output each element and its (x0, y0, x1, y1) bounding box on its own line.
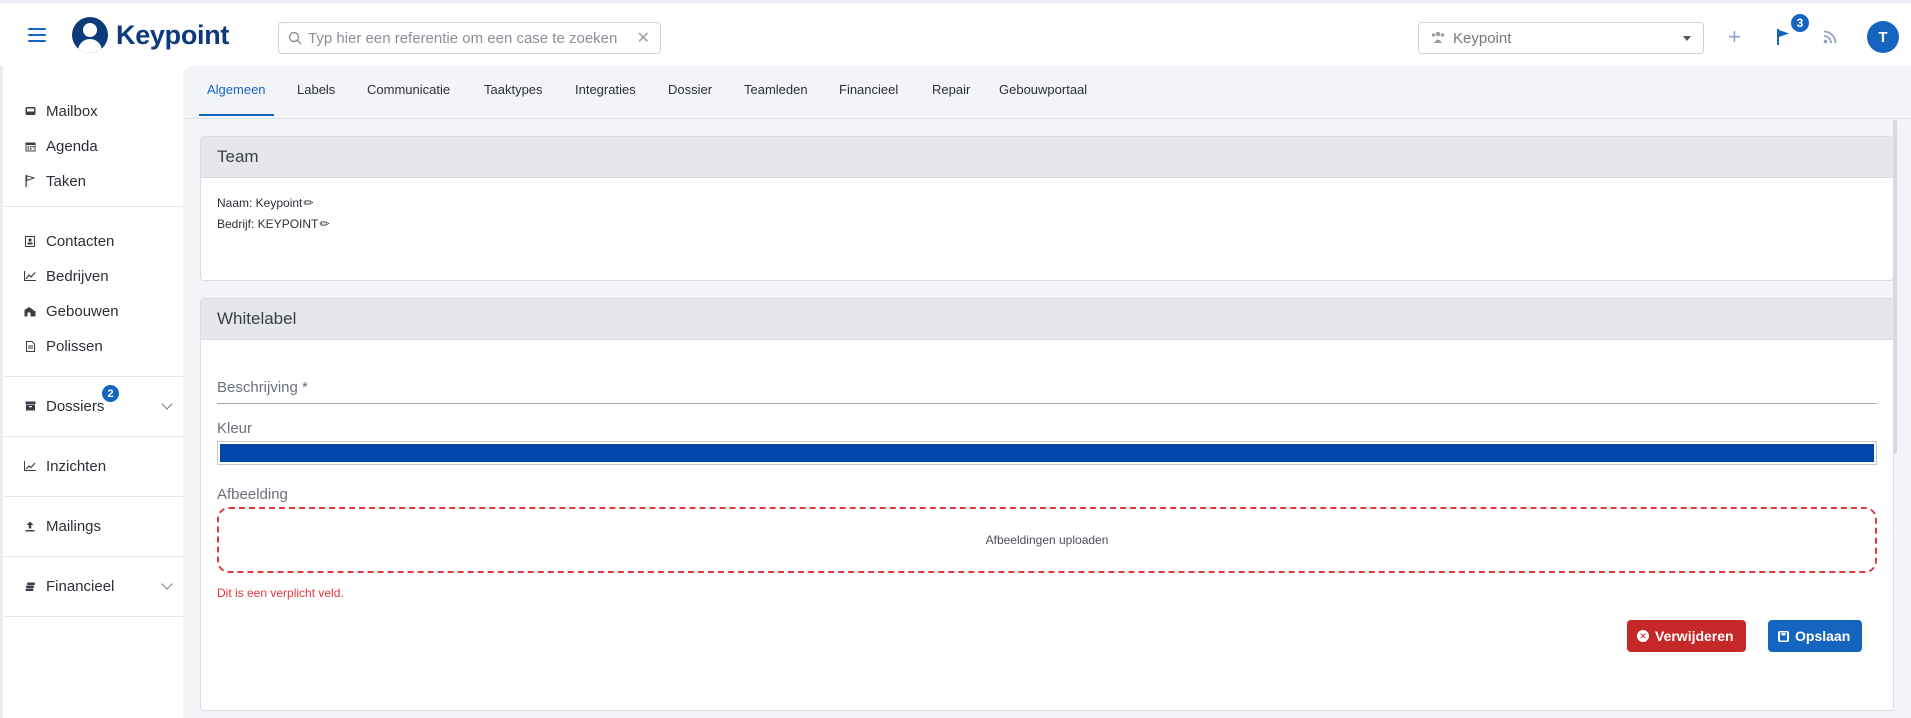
chevron-down-icon (161, 578, 173, 590)
edit-pencil-icon[interactable]: ✏ (319, 217, 329, 231)
sidebar-item-label: Inzichten (46, 457, 107, 475)
notifications-flag-icon[interactable] (1776, 29, 1790, 50)
chevron-down-icon (1683, 35, 1691, 41)
tab-labels[interactable]: Labels (297, 82, 335, 118)
save-disk-icon (1778, 630, 1789, 642)
team-company-text: Bedrijf: KEYPOINT (217, 217, 319, 231)
tab-financieel[interactable]: Financieel (839, 82, 898, 118)
archive-icon (24, 400, 36, 412)
upload-icon (24, 520, 36, 532)
whitelabel-card: Whitelabel Beschrijving * Kleur Afbeeldi… (200, 298, 1894, 711)
search-icon (288, 31, 302, 45)
team-icon (1431, 31, 1445, 46)
sidebar-item-mailbox[interactable]: Mailbox (3, 96, 183, 126)
tab-dossier[interactable]: Dossier (668, 82, 712, 118)
team-selector-value: Keypoint (1453, 29, 1512, 47)
sidebar-divider (3, 436, 183, 437)
save-button-label: Opslaan (1795, 628, 1851, 644)
delete-button-label: Verwijderen (1655, 628, 1734, 644)
edit-pencil-icon[interactable]: ✏ (303, 196, 313, 210)
tab-gebouwportaal[interactable]: Gebouwportaal (999, 82, 1087, 118)
notification-count-badge: 3 (1791, 14, 1809, 32)
app-logo[interactable]: Keypoint (72, 17, 229, 53)
settings-tabs: Algemeen Labels Communicatie Taaktypes I… (183, 66, 1911, 119)
team-card-title: Team (201, 137, 1893, 178)
sidebar-item-gebouwen[interactable]: Gebouwen (3, 296, 183, 326)
mailbox-icon (24, 105, 36, 117)
sidebar-divider (3, 496, 183, 497)
image-upload-dropzone[interactable]: Afbeeldingen uploaden (217, 507, 1877, 573)
color-swatch (220, 444, 1874, 462)
color-label: Kleur (217, 420, 253, 437)
team-company-line: Bedrijf: KEYPOINT✏ (217, 217, 329, 231)
sidebar-item-label: Agenda (46, 137, 98, 155)
app-name: Keypoint (116, 19, 230, 50)
tab-communicatie[interactable]: Communicatie (367, 82, 450, 118)
team-selector[interactable]: Keypoint (1418, 22, 1704, 54)
chevron-down-icon (161, 398, 173, 410)
logo-person-icon (72, 17, 108, 53)
upload-text: Afbeeldingen uploaden (985, 533, 1109, 547)
trend-chart-icon (24, 460, 36, 472)
tab-teamleden[interactable]: Teamleden (744, 82, 808, 118)
tab-taaktypes[interactable]: Taaktypes (484, 82, 543, 118)
image-label: Afbeelding (217, 486, 288, 503)
document-icon (24, 340, 36, 352)
flag-icon (24, 175, 36, 187)
coins-icon (24, 580, 36, 592)
description-label: Beschrijving * (217, 379, 308, 396)
team-name-line: Naam: Keypoint✏ (217, 196, 313, 210)
team-name-text: Naam: Keypoint (217, 196, 303, 210)
sidebar-item-bedrijven[interactable]: Bedrijven (3, 261, 183, 291)
add-icon[interactable]: + (1728, 24, 1741, 50)
delete-button[interactable]: ✕ Verwijderen (1627, 620, 1746, 652)
dossiers-count-badge: 2 (102, 385, 119, 402)
sidebar-item-financieel[interactable]: Financieel (3, 571, 183, 601)
tab-integraties[interactable]: Integraties (575, 82, 636, 118)
chart-icon (24, 270, 36, 282)
sidebar-item-dossiers[interactable]: Dossiers (3, 391, 183, 421)
sidebar-divider (3, 616, 183, 617)
user-avatar[interactable]: T (1867, 21, 1899, 53)
search-input[interactable] (308, 29, 637, 47)
sidebar-item-contacten[interactable]: Contacten (3, 226, 183, 256)
sidebar-item-label: Dossiers (46, 397, 105, 415)
tab-algemeen[interactable]: Algemeen (199, 82, 274, 118)
calendar-icon (24, 140, 36, 152)
sidebar-item-label: Mailbox (46, 102, 98, 120)
sidebar-item-label: Gebouwen (46, 302, 119, 320)
hamburger-menu-icon[interactable] (28, 28, 46, 42)
close-circle-icon: ✕ (1637, 630, 1649, 642)
sidebar-item-taken[interactable]: Taken (3, 166, 183, 196)
color-picker[interactable] (217, 441, 1877, 465)
sidebar: Mailbox Agenda Taken Contacten Bedrijven… (0, 66, 183, 718)
whitelabel-card-title: Whitelabel (201, 299, 1893, 340)
search-box: ✕ (278, 22, 661, 54)
sidebar-item-agenda[interactable]: Agenda (3, 131, 183, 161)
sidebar-divider (3, 556, 183, 557)
team-card: Team Naam: Keypoint✏ Bedrijf: KEYPOINT✏ (200, 136, 1894, 281)
sidebar-item-label: Mailings (46, 517, 102, 535)
sidebar-item-label: Polissen (46, 337, 103, 355)
sidebar-item-label: Financieel (46, 577, 115, 595)
tab-repair[interactable]: Repair (932, 82, 970, 118)
sidebar-divider (3, 206, 183, 207)
rss-feed-icon[interactable] (1823, 30, 1837, 49)
save-button[interactable]: Opslaan (1768, 620, 1863, 652)
sidebar-item-label: Bedrijven (46, 267, 109, 285)
sidebar-item-polissen[interactable]: Polissen (3, 331, 183, 361)
sidebar-item-label: Taken (46, 172, 87, 190)
sidebar-divider (3, 376, 183, 377)
main-content: Algemeen Labels Communicatie Taaktypes I… (183, 66, 1911, 718)
building-icon (24, 305, 36, 317)
top-bar: Keypoint ✕ Keypoint + 3 T (0, 0, 1911, 66)
contact-card-icon (24, 235, 36, 247)
sidebar-item-label: Contacten (46, 232, 115, 250)
clear-search-icon[interactable]: ✕ (637, 28, 650, 48)
sidebar-item-inzichten[interactable]: Inzichten (3, 451, 183, 481)
sidebar-item-mailings[interactable]: Mailings (3, 511, 183, 541)
required-field-error: Dit is een verplicht veld. (217, 586, 344, 600)
description-field[interactable] (217, 403, 1877, 404)
